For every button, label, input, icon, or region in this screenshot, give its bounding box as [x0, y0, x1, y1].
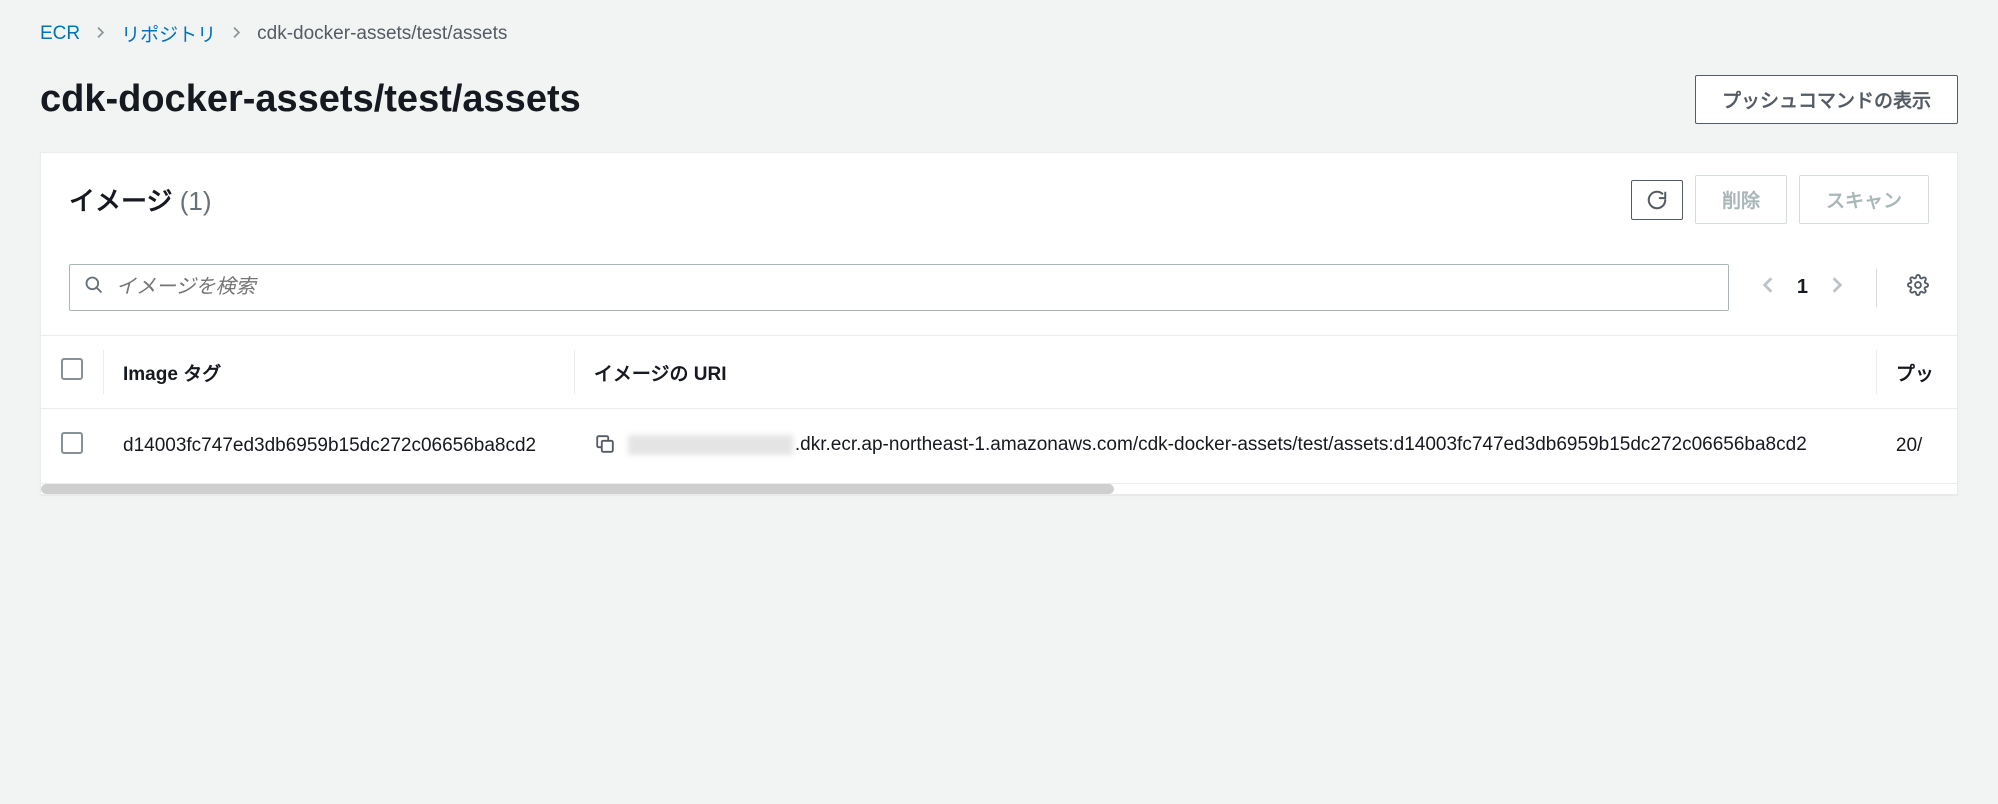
panel-title-text: イメージ — [69, 186, 172, 216]
gear-icon — [1907, 274, 1929, 301]
col-pushed-at[interactable]: プッ — [1876, 336, 1957, 409]
breadcrumb: ECR リポジトリ cdk-docker-assets/test/assets — [40, 20, 1958, 47]
copy-icon — [594, 439, 616, 460]
next-page-button[interactable] — [1828, 276, 1846, 299]
chevron-right-icon — [1828, 276, 1846, 299]
panel-count: (1) — [180, 186, 212, 216]
breadcrumb-current: cdk-docker-assets/test/assets — [257, 23, 507, 45]
table-settings-button[interactable] — [1907, 274, 1929, 301]
breadcrumb-repos-link[interactable]: リポジトリ — [121, 20, 216, 47]
refresh-icon — [1646, 189, 1668, 211]
refresh-button[interactable] — [1631, 180, 1683, 220]
search-input[interactable] — [116, 276, 1714, 299]
uri-suffix: .dkr.ecr.ap-northeast-1.amazonaws.com/cd… — [795, 434, 1807, 455]
images-table: Image タグ イメージの URI プッ d14003fc747ed3db69… — [41, 335, 1957, 484]
panel-header: イメージ (1) 削除 スキャン — [41, 153, 1957, 236]
page-number: 1 — [1797, 276, 1808, 299]
copy-uri-button[interactable] — [594, 433, 616, 461]
table-scroll[interactable]: Image タグ イメージの URI プッ d14003fc747ed3db69… — [41, 335, 1957, 484]
images-panel: イメージ (1) 削除 スキャン — [40, 152, 1958, 495]
page-title: cdk-docker-assets/test/assets — [40, 78, 581, 121]
prev-page-button[interactable] — [1759, 276, 1777, 299]
chevron-right-icon — [230, 23, 243, 45]
panel-title: イメージ (1) — [69, 181, 212, 218]
breadcrumb-root-link[interactable]: ECR — [40, 23, 80, 45]
cell-image-uri: .dkr.ecr.ap-northeast-1.amazonaws.com/cd… — [574, 409, 1876, 484]
divider — [1876, 269, 1877, 307]
delete-button[interactable]: 削除 — [1695, 175, 1787, 224]
cell-image-tag: d14003fc747ed3db6959b15dc272c06656ba8cd2 — [103, 409, 574, 484]
pagination: 1 — [1759, 276, 1846, 299]
search-icon — [84, 275, 104, 300]
cell-pushed-at: 20/ — [1876, 409, 1957, 484]
scrollbar-thumb[interactable] — [41, 484, 1114, 494]
chevron-left-icon — [1759, 276, 1777, 299]
col-image-uri[interactable]: イメージの URI — [574, 336, 1876, 409]
col-image-tag[interactable]: Image タグ — [103, 336, 574, 409]
select-all-checkbox[interactable] — [61, 358, 83, 380]
search-input-wrap[interactable] — [69, 264, 1729, 311]
page-header: cdk-docker-assets/test/assets プッシュコマンドの表… — [40, 75, 1958, 124]
table-row: d14003fc747ed3db6959b15dc272c06656ba8cd2 — [41, 409, 1957, 484]
view-push-commands-button[interactable]: プッシュコマンドの表示 — [1695, 75, 1958, 124]
row-checkbox[interactable] — [61, 432, 83, 454]
scan-button[interactable]: スキャン — [1799, 175, 1929, 224]
horizontal-scrollbar[interactable] — [41, 484, 1957, 494]
redacted-account-id — [628, 435, 793, 455]
panel-actions: 削除 スキャン — [1631, 175, 1929, 224]
uri-text: .dkr.ecr.ap-northeast-1.amazonaws.com/cd… — [628, 431, 1807, 460]
chevron-right-icon — [94, 23, 107, 45]
filter-row: 1 — [41, 236, 1957, 335]
table-header-row: Image タグ イメージの URI プッ — [41, 336, 1957, 409]
